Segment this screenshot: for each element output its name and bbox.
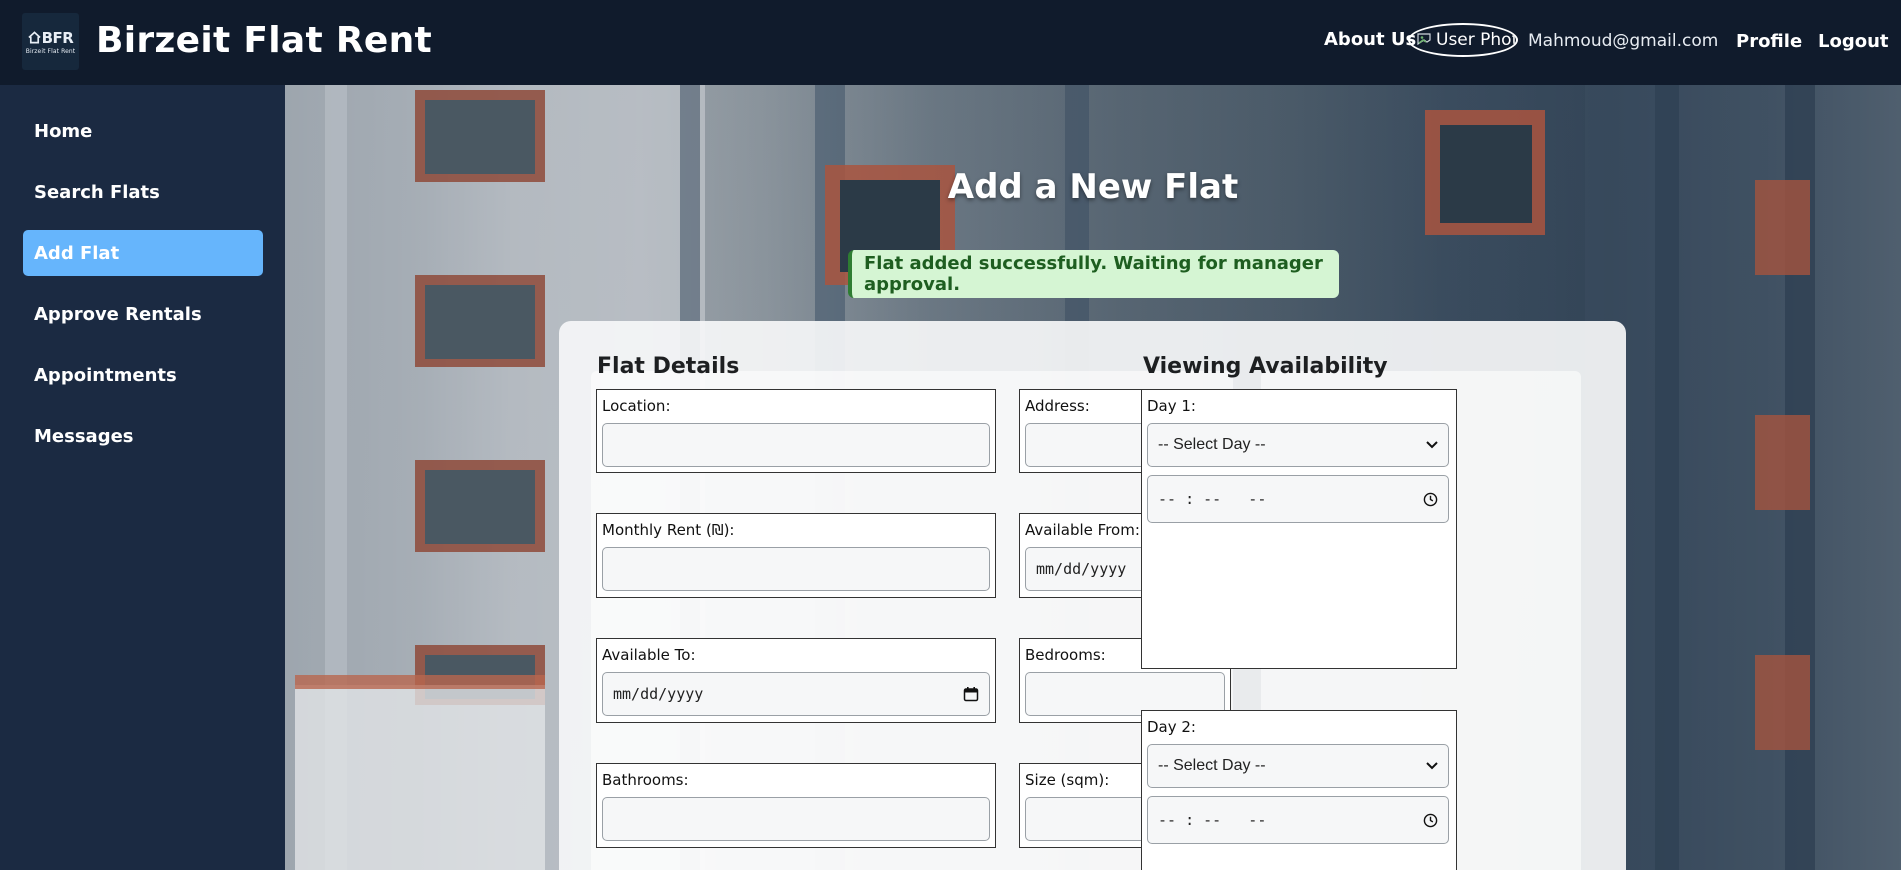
monthly-rent-input[interactable] — [602, 547, 990, 591]
top-header: BFR Birzeit Flat Rent Birzeit Flat Rent … — [0, 0, 1901, 85]
add-flat-form: Flat Details Viewing Availability Locati… — [559, 321, 1626, 870]
day-1-select[interactable]: -- Select Day -- — [1147, 423, 1449, 467]
calendar-icon[interactable] — [963, 686, 979, 702]
available-from-value: mm/dd/yyyy — [1036, 560, 1127, 578]
day-1-time-value: -- : -- -- — [1158, 490, 1267, 508]
user-email: Mahmoud@gmail.com — [1528, 31, 1719, 51]
site-logo[interactable]: BFR Birzeit Flat Rent — [22, 13, 79, 70]
address-label: Address: — [1025, 397, 1090, 415]
location-input[interactable] — [602, 423, 990, 467]
location-field: Location: — [596, 389, 996, 473]
page-title: Add a New Flat — [947, 167, 1239, 207]
day-2-select[interactable]: -- Select Day -- — [1147, 744, 1449, 788]
day-1-select-value: -- Select Day -- — [1158, 436, 1266, 453]
user-photo-alt-text: User Photo — [1436, 30, 1518, 50]
sidebar-item-approve-rentals[interactable]: Approve Rentals — [23, 291, 263, 337]
broken-image-icon — [1417, 33, 1431, 46]
day-1-label: Day 1: — [1147, 397, 1196, 415]
day-2-time-input[interactable]: -- : -- -- — [1147, 796, 1449, 844]
chevron-down-icon — [1426, 441, 1438, 449]
flat-details-title: Flat Details — [597, 354, 740, 379]
available-to-label: Available To: — [602, 646, 696, 664]
about-us-link[interactable]: About Us — [1324, 29, 1416, 50]
logo-text: BFR — [41, 28, 74, 47]
profile-link[interactable]: Profile — [1736, 31, 1802, 52]
available-to-field: Available To: mm/dd/yyyy — [596, 638, 996, 723]
bedrooms-label: Bedrooms: — [1025, 646, 1106, 664]
logout-link[interactable]: Logout — [1818, 31, 1889, 52]
logo-subtitle: Birzeit Flat Rent — [25, 47, 76, 55]
day-1-time-input[interactable]: -- : -- -- — [1147, 475, 1449, 523]
bathrooms-field: Bathrooms: — [596, 763, 996, 848]
size-label: Size (sqm): — [1025, 771, 1110, 789]
bathrooms-label: Bathrooms: — [602, 771, 689, 789]
monthly-rent-label: Monthly Rent (₪): — [602, 521, 735, 539]
monthly-rent-field: Monthly Rent (₪): — [596, 513, 996, 598]
day-2-time-value: -- : -- -- — [1158, 811, 1267, 829]
main-content: Add a New Flat Flat added successfully. … — [285, 85, 1901, 870]
site-title[interactable]: Birzeit Flat Rent — [96, 20, 432, 61]
viewing-day-1: Day 1: -- Select Day -- -- : -- -- — [1141, 389, 1457, 669]
sidebar-item-add-flat[interactable]: Add Flat — [23, 230, 263, 276]
available-from-label: Available From: — [1025, 521, 1140, 539]
success-alert: Flat added successfully. Waiting for man… — [848, 250, 1339, 298]
bathrooms-input[interactable] — [602, 797, 990, 841]
user-photo[interactable]: User Photo — [1408, 23, 1518, 57]
viewing-availability-title: Viewing Availability — [1143, 354, 1388, 379]
available-to-input[interactable]: mm/dd/yyyy — [602, 672, 990, 716]
clock-icon[interactable] — [1423, 813, 1438, 828]
day-2-select-value: -- Select Day -- — [1158, 757, 1266, 774]
sidebar-item-appointments[interactable]: Appointments — [23, 352, 263, 398]
sidebar-item-messages[interactable]: Messages — [23, 413, 263, 459]
sidebar: Home Search Flats Add Flat Approve Renta… — [0, 85, 285, 870]
clock-icon[interactable] — [1423, 492, 1438, 507]
available-to-value: mm/dd/yyyy — [613, 685, 704, 703]
viewing-day-2: Day 2: -- Select Day -- -- : -- -- — [1141, 710, 1457, 870]
chevron-down-icon — [1426, 762, 1438, 770]
sidebar-item-search-flats[interactable]: Search Flats — [23, 169, 263, 215]
location-label: Location: — [602, 397, 671, 415]
day-2-label: Day 2: — [1147, 718, 1196, 736]
house-icon — [27, 31, 41, 44]
sidebar-item-home[interactable]: Home — [23, 108, 263, 154]
